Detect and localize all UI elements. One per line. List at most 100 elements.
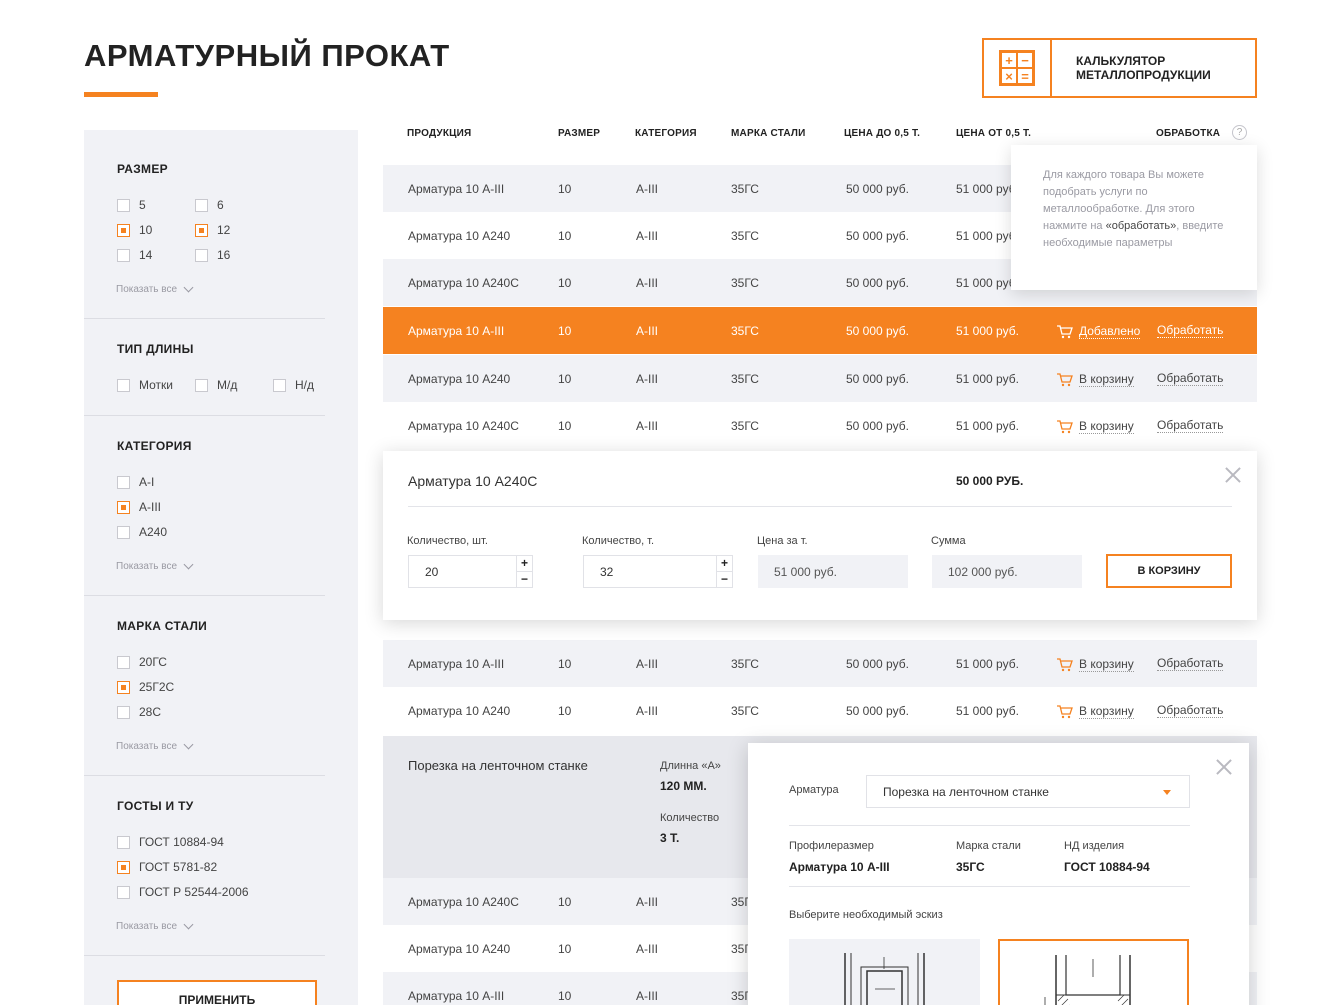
- page-title: АРМАТУРНЫЙ ПРОКАТ: [84, 38, 450, 73]
- calculator-button[interactable]: + − × = КАЛЬКУЛЯТОР МЕТАЛЛОПРОДУКЦИИ: [982, 38, 1257, 98]
- size-option-6[interactable]: 6: [195, 198, 224, 212]
- category-option-a240[interactable]: A240: [117, 525, 167, 539]
- processing-popup: Арматура Порезка на ленточном станке Про…: [748, 743, 1249, 1005]
- decrement-button[interactable]: −: [716, 572, 732, 588]
- table-row: Арматура 10 A-III 10 A-III 35ГС 50 000 руб. 5…: [383, 640, 1257, 687]
- show-all-size[interactable]: Показать все: [116, 282, 194, 295]
- increment-button[interactable]: +: [716, 556, 732, 572]
- close-icon[interactable]: [1225, 467, 1241, 483]
- profile-value: Арматура 10 A-III: [789, 860, 890, 874]
- divider: [84, 775, 325, 776]
- quick-add-price: 50 000 РУБ.: [956, 474, 1024, 488]
- filter-category: КАТЕГОРИЯ: [117, 439, 192, 453]
- size-option-16[interactable]: 16: [195, 248, 230, 262]
- gost-option-10884[interactable]: ГОСТ 10884-94: [117, 835, 224, 849]
- category-option-aiii[interactable]: A-III: [117, 500, 161, 514]
- process-link[interactable]: Обработать: [1157, 418, 1224, 433]
- qty-t-stepper[interactable]: 32 + −: [583, 555, 733, 588]
- chevron-down-icon: [183, 739, 194, 750]
- col-header-size: РАЗМЕР: [558, 128, 601, 139]
- steel-option-20gs[interactable]: 20ГС: [117, 655, 167, 669]
- apply-button[interactable]: ПРИМЕНИТЬ: [117, 980, 317, 1005]
- chevron-down-icon: [183, 559, 194, 570]
- chevron-down-icon: [183, 919, 194, 930]
- filter-size: РАЗМЕР: [117, 162, 325, 176]
- sum-field: 102 000 руб.: [932, 555, 1082, 588]
- filter-length: ТИП ДЛИНЫ: [117, 342, 194, 356]
- qty-pcs-stepper[interactable]: 20 + −: [408, 555, 533, 588]
- add-to-cart-link[interactable]: В корзину: [1056, 372, 1134, 387]
- process-link[interactable]: Обработать: [1157, 703, 1224, 718]
- qty-value: 3 Т.: [660, 831, 680, 845]
- cart-icon: [1057, 704, 1073, 718]
- show-all-steel[interactable]: Показать все: [116, 739, 194, 752]
- show-all-category[interactable]: Показать все: [116, 559, 194, 572]
- process-link[interactable]: Обработать: [1157, 323, 1224, 338]
- table-row: Арматура 10 A240 10 A-III 35ГС 50 000 руб. 51…: [383, 355, 1257, 402]
- quick-add-product: Арматура 10 A240С: [408, 473, 538, 489]
- close-icon[interactable]: [1216, 759, 1232, 775]
- sketch-option-2[interactable]: [998, 939, 1189, 1005]
- filter-sidebar: РАЗМЕР 5 6 10 12 14 16 Показать все ТИП …: [84, 130, 358, 1005]
- add-to-cart-link[interactable]: В корзину: [1056, 657, 1134, 672]
- size-option-14[interactable]: 14: [117, 248, 152, 262]
- table-row: Арматура 10 A240 10 A-III 35ГС 50 000 руб. 51…: [383, 687, 1257, 734]
- price-per-ton-field: 51 000 руб.: [758, 555, 908, 588]
- gost-option-5781[interactable]: ГОСТ 5781-82: [117, 860, 217, 874]
- processing-tooltip: Для каждого товара Вы можете подобрать у…: [1011, 145, 1257, 290]
- col-header-price-high: ЦЕНА ОТ 0,5 Т.: [956, 128, 1032, 139]
- cart-icon: [1057, 419, 1073, 433]
- steel-option-28s[interactable]: 28С: [117, 705, 161, 719]
- col-header-price-low: ЦЕНА ДО 0,5 Т.: [844, 128, 921, 139]
- gost-option-52544[interactable]: ГОСТ Р 52544-2006: [117, 885, 249, 899]
- divider: [84, 318, 325, 319]
- nd-value: ГОСТ 10884-94: [1064, 860, 1150, 874]
- size-option-5[interactable]: 5: [117, 198, 146, 212]
- divider: [84, 955, 325, 956]
- add-to-cart-link[interactable]: В корзину: [1056, 419, 1134, 434]
- steel-option-25g2s[interactable]: 25Г2С: [117, 680, 174, 694]
- filter-steel: МАРКА СТАЛИ: [117, 619, 208, 633]
- divider: [84, 595, 325, 596]
- length-option-nd[interactable]: Н/д: [273, 378, 314, 392]
- size-option-10[interactable]: 10: [117, 223, 152, 237]
- decrement-button[interactable]: −: [516, 572, 532, 588]
- cart-icon: [1057, 657, 1073, 671]
- mark-value: 35ГС: [956, 860, 985, 874]
- title-underline: [84, 92, 158, 97]
- col-header-steel: МАРКА СТАЛИ: [731, 128, 806, 139]
- table-row-active[interactable]: Арматура 10 A-III 10 A-III 35ГС 50 000 руб. 5…: [383, 307, 1257, 354]
- show-all-gost[interactable]: Показать все: [116, 919, 194, 932]
- process-link[interactable]: Обработать: [1157, 371, 1224, 386]
- calculator-icon: + − × =: [999, 50, 1035, 86]
- process-link[interactable]: Обработать: [1157, 656, 1224, 671]
- cart-icon: [1057, 324, 1073, 338]
- filter-gost: ГОСТЫ И ТУ: [117, 799, 194, 813]
- col-header-category: КАТЕГОРИЯ: [635, 128, 697, 139]
- sketch-option-1[interactable]: [789, 939, 980, 1005]
- chevron-down-icon: [1163, 790, 1171, 795]
- chevron-down-icon: [183, 282, 194, 293]
- divider: [84, 415, 325, 416]
- category-option-ai[interactable]: A-I: [117, 475, 154, 489]
- added-link[interactable]: Добавлено: [1056, 324, 1141, 339]
- length-option-motki[interactable]: Мотки: [117, 378, 173, 392]
- service-select[interactable]: Порезка на ленточном станке: [866, 775, 1190, 808]
- cart-icon: [1057, 372, 1073, 386]
- size-option-12[interactable]: 12: [195, 223, 230, 237]
- calculator-label: КАЛЬКУЛЯТОР МЕТАЛЛОПРОДУКЦИИ: [1076, 54, 1211, 82]
- length-value: 120 ММ.: [660, 779, 707, 793]
- add-to-cart-link[interactable]: В корзину: [1056, 704, 1134, 719]
- increment-button[interactable]: +: [516, 556, 532, 572]
- col-header-product: ПРОДУКЦИЯ: [407, 128, 472, 139]
- help-icon[interactable]: ?: [1232, 125, 1247, 140]
- sketch-drawing-icon: [1044, 955, 1131, 1005]
- length-option-md[interactable]: М/д: [195, 378, 237, 392]
- qty-label: Количество: [660, 812, 720, 824]
- col-header-processing: ОБРАБОТКА: [1156, 128, 1221, 139]
- table-row: Арматура 10 A240С 10 A-III 35ГС 50 000 руб. 5…: [383, 402, 1257, 449]
- processing-title: Порезка на ленточном станке: [408, 758, 588, 773]
- sketch-drawing-icon: [844, 953, 925, 1005]
- filter-title: РАЗМЕР: [117, 162, 168, 176]
- add-to-cart-button[interactable]: В КОРЗИНУ: [1106, 554, 1232, 588]
